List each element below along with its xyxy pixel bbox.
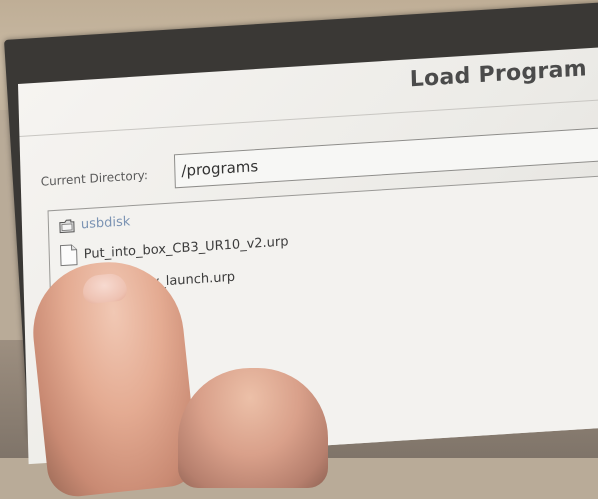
list-item-file[interactable]: Put_into_box_CB3_UR10_v2.urp	[59, 230, 289, 267]
current-directory-value: /programs	[181, 157, 259, 180]
current-directory-label: Current Directory:	[40, 168, 149, 189]
file-list[interactable]: usbdisk Put_into_box_CB3_UR10_v2.urp ty_…	[47, 172, 598, 465]
list-item-folder[interactable]: usbdisk	[59, 214, 131, 233]
folder-name: usbdisk	[80, 214, 131, 233]
dialog-title: Load Program	[409, 56, 588, 93]
load-program-dialog: Load Program Current Directory: /program…	[18, 46, 598, 465]
folder-icon	[59, 218, 75, 233]
file-name: ty_launch.urp	[146, 269, 236, 290]
document-icon	[59, 244, 78, 267]
file-name: Put_into_box_CB3_UR10_v2.urp	[83, 233, 289, 262]
title-divider	[19, 98, 598, 138]
document-icon	[60, 276, 79, 299]
list-item-file[interactable]: ty_launch.urp	[60, 266, 235, 299]
